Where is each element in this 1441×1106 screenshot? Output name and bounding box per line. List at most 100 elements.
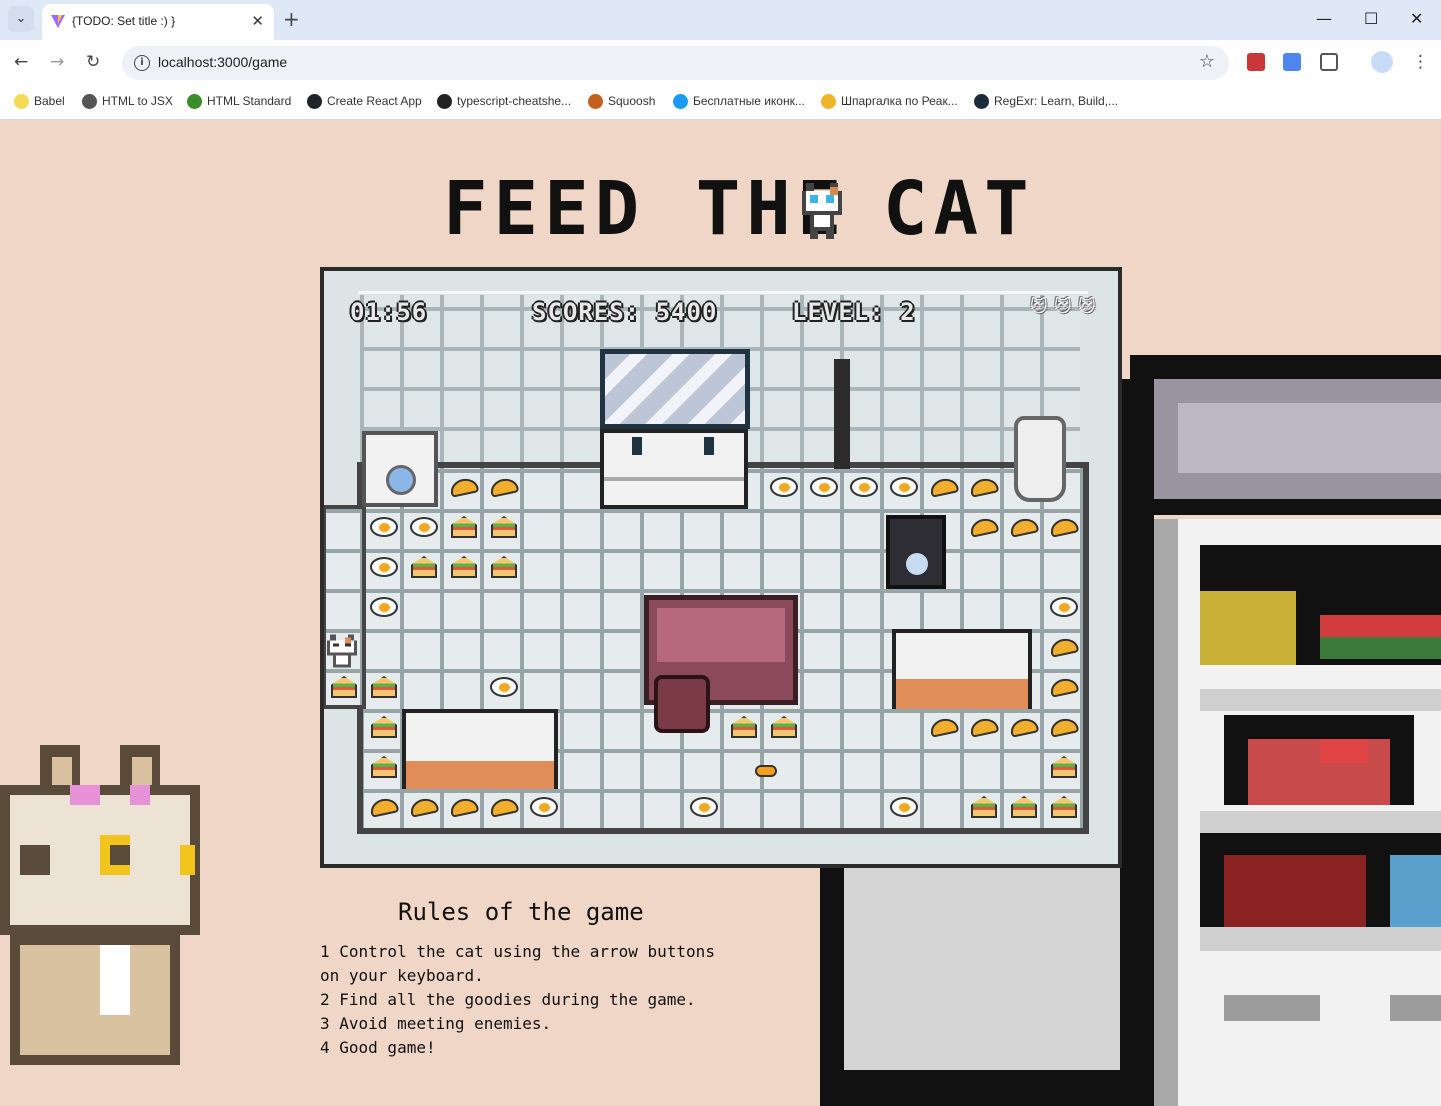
page-title-left: FEED THE [443,166,848,252]
url-text[interactable]: localhost:3000/game [158,54,287,70]
egg-food-icon [886,789,922,825]
egg-food-icon [366,509,402,545]
browser-toolbar: ← → ↻ i localhost:3000/game ☆ ⋮ [0,40,1441,86]
sandwich-food-icon [1006,789,1042,825]
bookmark-favicon-icon [307,94,322,109]
sandwich-food-icon [446,549,482,585]
sink-counter-icon [600,429,748,509]
extensions-puzzle-icon[interactable] [1320,53,1338,71]
sandwich-food-icon [486,509,522,545]
omelet-food-icon [1006,509,1042,545]
bookmark-star-icon[interactable]: ☆ [1199,51,1215,72]
chair-icon [654,675,710,733]
browser-tab[interactable]: {TODO: Set title :) } ✕ [42,4,274,40]
sandwich-food-icon [406,549,442,585]
bookmark-favicon-icon [14,94,29,109]
minimize-icon[interactable]: — [1316,9,1332,29]
life-cat-icon: 🐱 [1078,297,1096,317]
cockroach-icon [748,753,784,789]
game-board[interactable]: 01:56 SCORES: 5400 LEVEL: 2 🐱 🐱 🐱 [320,267,1122,868]
egg-food-icon [526,789,562,825]
bookmark-favicon-icon [437,94,452,109]
sandwich-food-icon [366,709,402,745]
omelet-food-icon [966,509,1002,545]
omelet-food-icon [366,789,402,825]
sandwich-food-icon [766,709,802,745]
cat-player-icon[interactable] [324,633,360,669]
rule-line: 4 Good game! [320,1038,436,1057]
omelet-food-icon [1006,709,1042,745]
back-icon[interactable]: ← [14,51,28,73]
egg-food-icon [806,469,842,505]
more-menu-icon[interactable]: ⋮ [1412,51,1429,73]
maximize-icon[interactable]: ☐ [1364,9,1378,29]
omelet-food-icon [1046,709,1082,745]
omelet-food-icon [926,469,962,505]
egg-food-icon [486,669,522,705]
egg-food-icon [366,549,402,585]
rule-line: 1 Control the cat using the arrow button… [320,942,715,961]
sandwich-food-icon [726,709,762,745]
rule-line: 3 Avoid meeting enemies. [320,1014,552,1033]
level: LEVEL: 2 [792,298,916,326]
bookmark-favicon-icon [588,94,603,109]
life-cat-icon: 🐱 [1030,297,1048,317]
egg-food-icon [686,789,722,825]
timer: 01:56 [350,298,428,326]
site-info-icon[interactable]: i [134,55,150,71]
reload-icon[interactable]: ↻ [86,51,100,73]
egg-food-icon [886,469,922,505]
egg-food-icon [766,469,802,505]
browser-tabstrip: ⌄ {TODO: Set title :) } ✕ + — ☐ ✕ [0,0,1441,40]
sandwich-food-icon [966,789,1002,825]
new-tab-icon[interactable]: + [283,8,300,30]
forward-icon[interactable]: → [50,51,64,73]
omelet-food-icon [1046,509,1082,545]
omelet-food-icon [406,789,442,825]
cat-icon [802,183,842,239]
omelet-food-icon [966,709,1002,745]
extension-icon-1[interactable] [1247,53,1265,71]
stove-icon [886,515,946,589]
address-bar[interactable]: i localhost:3000/game ☆ [122,46,1229,80]
sandwich-food-icon [366,669,402,705]
bookmark-favicon-icon [82,94,97,109]
omelet-food-icon [486,789,522,825]
life-cat-icon: 🐱 [1054,297,1072,317]
egg-food-icon [406,509,442,545]
hud-divider [358,291,1088,294]
sandwich-food-icon [1046,749,1082,785]
tab-close-icon[interactable]: ✕ [251,12,264,30]
coat-rack-icon [834,359,850,469]
omelet-food-icon [926,709,962,745]
bookmark-favicon-icon [673,94,688,109]
tab-title: {TODO: Set title :) } [72,14,176,28]
vite-logo-icon [51,15,65,28]
omelet-food-icon [966,469,1002,505]
bookmarks-bar: Babel HTML to JSX HTML Standard Create R… [0,86,1441,120]
close-window-icon[interactable]: ✕ [1410,9,1423,29]
rule-line: 2 Find all the goodies during the game. [320,990,696,1009]
bookmark-favicon-icon [187,94,202,109]
sandwich-food-icon [486,549,522,585]
tab-search-chevron-icon[interactable]: ⌄ [8,6,34,32]
page-title-right: CAT [883,166,1035,252]
washing-machine-icon [362,431,438,507]
sandwich-food-icon [326,669,362,705]
rules-title: Rules of the game [398,898,644,926]
bookmark-favicon-icon [821,94,836,109]
omelet-food-icon [446,469,482,505]
toilet-icon [1014,416,1066,502]
translate-icon[interactable] [1283,53,1301,71]
egg-food-icon [846,469,882,505]
bookmark-favicon-icon [974,94,989,109]
omelet-food-icon [486,469,522,505]
sandwich-food-icon [366,749,402,785]
profile-avatar-icon[interactable] [1371,51,1393,73]
egg-food-icon [366,589,402,625]
page-viewport: FEED THE CAT 01:56 SCORES: 5400 LEVEL: 2… [0,121,1441,1106]
scores: SCORES: 5400 [532,298,718,326]
sandwich-food-icon [1046,789,1082,825]
omelet-food-icon [446,789,482,825]
bathtub-icon [402,709,558,789]
